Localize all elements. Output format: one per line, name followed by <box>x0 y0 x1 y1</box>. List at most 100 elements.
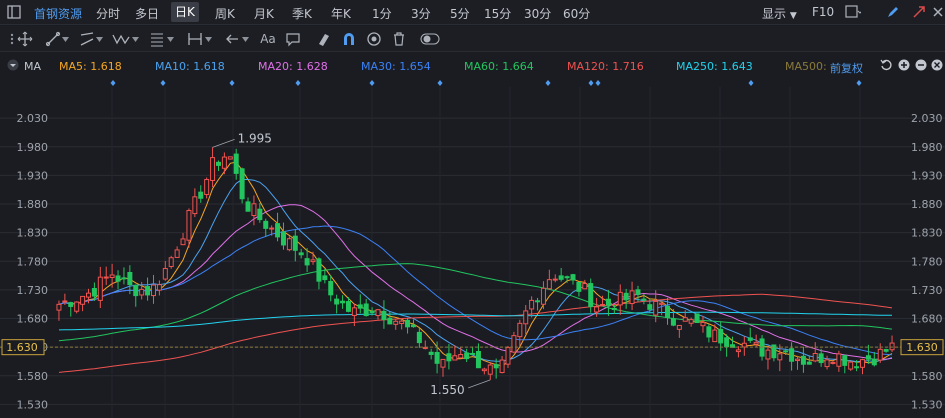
period-tab-monthly[interactable]: 月K <box>254 5 274 22</box>
event-marker-icon <box>588 80 594 86</box>
candle-body <box>357 304 363 309</box>
y-tick-label: 1.780 <box>17 255 49 268</box>
wave-dropdown-icon[interactable] <box>131 30 139 48</box>
magnet-icon[interactable] <box>340 30 358 48</box>
y-tick-label: 1.880 <box>17 198 49 211</box>
candle-body <box>848 361 854 370</box>
settings-icon[interactable] <box>928 56 945 74</box>
period-tab-daily[interactable]: 日K <box>171 2 199 22</box>
candle-body <box>393 320 399 325</box>
candle-body <box>422 347 428 350</box>
candle-body <box>653 300 659 316</box>
period-tab-intraday[interactable]: 分时 <box>96 5 120 22</box>
candle-body <box>860 359 866 368</box>
candle-body <box>452 355 458 361</box>
candle-body <box>145 286 151 296</box>
candle-body <box>659 302 665 305</box>
candle-body <box>688 319 694 324</box>
comment-icon[interactable] <box>284 30 302 48</box>
visibility-icon[interactable] <box>365 30 383 48</box>
undo-icon[interactable] <box>877 56 895 74</box>
current-price-right: 1.630 <box>906 341 938 354</box>
channel-icon[interactable] <box>78 30 96 48</box>
candle-body <box>600 304 606 307</box>
range-dropdown-icon[interactable] <box>204 30 212 48</box>
arrow-icon[interactable] <box>223 30 241 48</box>
candle-body <box>80 295 86 305</box>
y-tick-label: 1.580 <box>17 370 49 383</box>
fullscreen-icon[interactable] <box>910 3 928 21</box>
candle-body <box>824 359 830 368</box>
toggle-drawings-icon[interactable] <box>420 30 440 48</box>
layout-icon[interactable] <box>844 3 862 21</box>
event-marker-icon <box>229 80 235 86</box>
fibonacci-dropdown-icon[interactable] <box>166 30 174 48</box>
candle-body <box>665 305 671 319</box>
candle-body <box>470 352 476 355</box>
candle-body <box>706 326 712 338</box>
event-marker-icon <box>545 80 551 86</box>
y-tick-label: 1.930 <box>17 169 49 182</box>
y-tick-label: 2.030 <box>17 112 49 125</box>
period-tab-multiday[interactable]: 多日 <box>135 5 159 22</box>
trendline-dropdown-icon[interactable] <box>61 30 69 48</box>
collapse-icon[interactable] <box>4 56 22 74</box>
drawing-toolbar: Aa <box>0 26 945 52</box>
candle-body <box>741 342 747 348</box>
low-annotation: 1.550 <box>430 379 491 397</box>
period-tab-3min[interactable]: 3分 <box>411 5 431 22</box>
candle-body <box>564 276 570 279</box>
ma5-line <box>58 161 893 367</box>
fibonacci-icon[interactable] <box>148 30 166 48</box>
candle-body <box>74 301 80 312</box>
candle-body <box>204 179 210 195</box>
candle-body <box>546 279 552 290</box>
close-icon[interactable] <box>929 3 945 21</box>
candle-body <box>505 347 511 365</box>
candle-body <box>588 283 594 307</box>
candlestick-chart[interactable]: 2.030 1.980 1.930 1.880 1.830 1.780 1.730 1.680… <box>0 77 945 418</box>
candle-body <box>499 359 505 374</box>
candle-body <box>777 353 783 361</box>
candle-body <box>416 331 422 344</box>
candle-body <box>133 284 139 297</box>
draw-pen-icon[interactable] <box>884 3 902 21</box>
trendline-icon[interactable] <box>44 30 62 48</box>
candle-body <box>765 349 771 360</box>
sidebar-toggle-icon[interactable] <box>5 3 23 21</box>
high-annotation: 1.995 <box>212 131 272 148</box>
period-tab-15min[interactable]: 15分 <box>484 5 511 22</box>
adjust-mode[interactable]: 前复权 <box>830 60 863 76</box>
channel-dropdown-icon[interactable] <box>95 30 103 48</box>
candle-body <box>789 348 795 362</box>
candle-body <box>883 349 889 352</box>
eraser-icon[interactable] <box>315 30 333 48</box>
candle-body <box>363 303 369 317</box>
crosshair-icon[interactable] <box>16 30 34 48</box>
event-markers[interactable] <box>110 80 862 86</box>
wave-icon[interactable] <box>112 30 130 48</box>
display-menu[interactable]: 显示 ▼ <box>762 5 797 22</box>
range-measure-icon[interactable] <box>186 30 204 48</box>
f10-button[interactable]: F10 <box>812 5 834 19</box>
period-tab-quarterly[interactable]: 季K <box>292 5 312 22</box>
stock-name[interactable]: 首钢资源 <box>34 5 82 22</box>
candle-body <box>97 276 103 301</box>
indicator-name[interactable]: MA <box>24 60 41 73</box>
period-tab-yearly[interactable]: 年K <box>331 5 351 22</box>
trash-icon[interactable] <box>390 30 408 48</box>
event-marker-icon <box>856 80 862 86</box>
candle-body <box>156 284 162 291</box>
candle-body <box>629 290 635 305</box>
period-tab-1min[interactable]: 1分 <box>372 5 392 22</box>
candle-body <box>369 310 375 314</box>
ma10-line <box>58 178 893 363</box>
period-tab-30min[interactable]: 30分 <box>524 5 551 22</box>
period-tab-weekly[interactable]: 周K <box>215 5 235 22</box>
period-tab-60min[interactable]: 60分 <box>563 5 590 22</box>
candle-body <box>753 341 759 345</box>
add-indicator-icon[interactable] <box>895 56 913 74</box>
period-tab-5min[interactable]: 5分 <box>450 5 470 22</box>
text-tool-icon[interactable]: Aa <box>259 30 277 48</box>
arrow-dropdown-icon[interactable] <box>241 30 249 48</box>
